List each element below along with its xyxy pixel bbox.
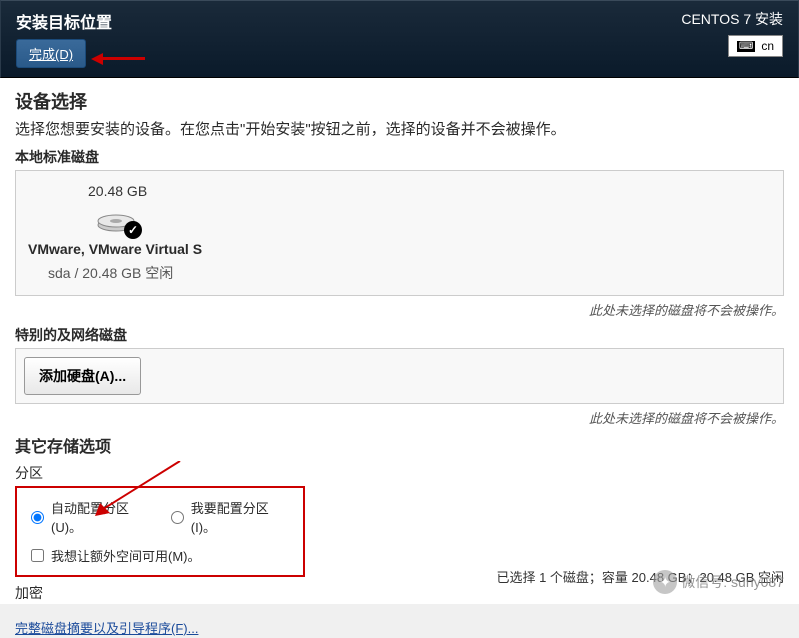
local-disks-note: 此处未选择的磁盘将不会被操作。	[15, 300, 784, 319]
manual-partition-option[interactable]: 我要配置分区(I)。	[171, 498, 289, 536]
device-selection-title: 设备选择	[15, 88, 784, 114]
done-button[interactable]: 完成(D)	[16, 39, 86, 68]
auto-partition-radio[interactable]	[31, 511, 44, 524]
disk-selected-check-icon	[124, 221, 142, 239]
extra-space-option[interactable]: 我想让额外空间可用(M)。	[31, 546, 289, 565]
storage-options-title: 其它存储选项	[15, 433, 784, 457]
manual-partition-radio[interactable]	[171, 511, 184, 524]
disk-size: 20.48 GB	[88, 183, 147, 199]
harddrive-icon	[96, 205, 136, 233]
add-disk-button[interactable]: 添加硬盘(A)...	[24, 357, 141, 395]
network-disks-panel: 添加硬盘(A)...	[15, 348, 784, 404]
local-disks-panel: 20.48 GB VMware, VMware Virtual S sda / …	[15, 170, 784, 296]
partition-options-highlight: 自动配置分区(U)。 我要配置分区(I)。 我想让额外空间可用(M)。	[15, 486, 305, 577]
device-selection-desc: 选择您想要安装的设备。在您点击"开始安装"按钮之前，选择的设备并不会被操作。	[15, 118, 784, 139]
disk-name: VMware, VMware Virtual S	[28, 241, 202, 257]
disk-item-sda[interactable]: 20.48 GB VMware, VMware Virtual S sda / …	[28, 183, 228, 283]
auto-partition-option[interactable]: 自动配置分区(U)。	[31, 498, 155, 536]
keyboard-icon: ⌨	[737, 41, 755, 52]
page-title: 安装目标位置	[16, 9, 112, 33]
installer-name: CENTOS 7 安装	[681, 9, 783, 29]
network-disks-label: 特别的及网络磁盘	[15, 325, 784, 345]
disk-summary-link[interactable]: 完整磁盘摘要以及引导程序(F)...	[15, 618, 198, 637]
network-disks-note: 此处未选择的磁盘将不会被操作。	[15, 408, 784, 427]
local-disks-label: 本地标准磁盘	[15, 147, 784, 167]
disk-details: sda / 20.48 GB 空闲	[48, 263, 173, 283]
extra-space-checkbox[interactable]	[31, 549, 44, 562]
wechat-icon: ✦	[653, 570, 677, 594]
partition-label: 分区	[15, 463, 784, 483]
watermark: ✦ 微信号: suny087	[653, 570, 784, 594]
annotation-arrow-done	[85, 47, 145, 67]
language-indicator[interactable]: ⌨ cn	[728, 35, 783, 57]
